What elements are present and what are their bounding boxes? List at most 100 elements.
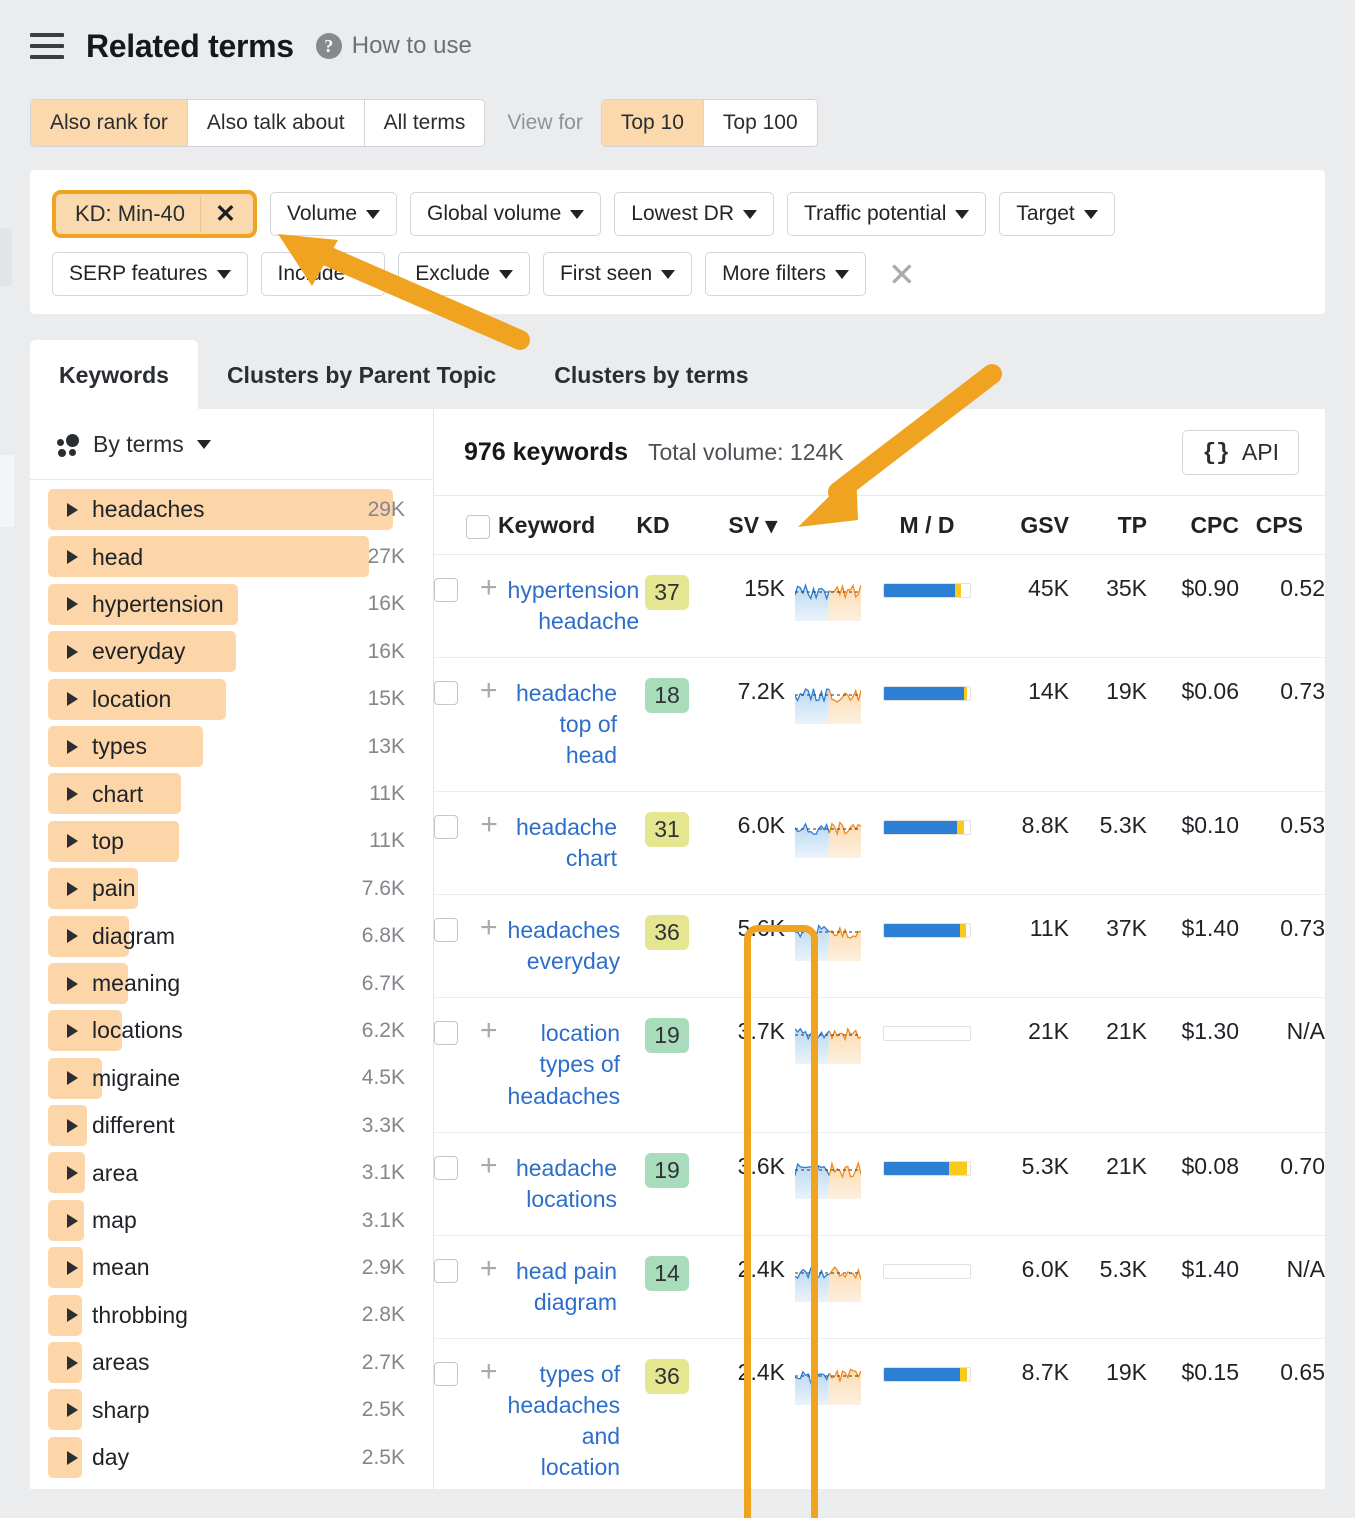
keyword-link[interactable]: headache locations [508, 1153, 617, 1215]
group-by-selector[interactable]: By terms [30, 409, 433, 479]
filter-traffic-potential[interactable]: Traffic potential [787, 192, 986, 236]
table-row[interactable]: +headaches everyday365.6K11K37K$1.400.73 [434, 895, 1325, 998]
filter-first-seen[interactable]: First seen [543, 252, 692, 296]
filter-more-filters[interactable]: More filters [705, 252, 866, 296]
filter-global-volume[interactable]: Global volume [410, 192, 601, 236]
sidebar-term-head[interactable]: head27K [30, 533, 433, 580]
expand-triangle-icon[interactable] [67, 929, 78, 943]
row-checkbox[interactable] [434, 815, 458, 839]
keyword-link[interactable]: head pain diagram [508, 1256, 617, 1318]
tab-top-10[interactable]: Top 10 [602, 100, 704, 146]
keyword-link[interactable]: headaches everyday [508, 915, 621, 977]
filter-include[interactable]: Include [261, 252, 386, 296]
keyword-link[interactable]: hypertension headache [508, 575, 640, 637]
row-checkbox[interactable] [434, 1021, 458, 1045]
expand-triangle-icon[interactable] [67, 740, 78, 754]
expand-triangle-icon[interactable] [67, 1308, 78, 1322]
tab-also-talk-about[interactable]: Also talk about [188, 100, 365, 146]
expand-triangle-icon[interactable] [67, 597, 78, 611]
sidebar-term-areas[interactable]: areas2.7K [30, 1339, 433, 1386]
column-header-keyword[interactable]: Keyword [480, 496, 617, 555]
expand-triangle-icon[interactable] [67, 882, 78, 896]
tab-clusters-by-parent-topic[interactable]: Clusters by Parent Topic [198, 340, 525, 409]
column-header-gsv[interactable]: GSV [983, 496, 1069, 555]
table-row[interactable]: +headache chart316.0K8.8K5.3K$0.100.53 [434, 792, 1325, 895]
column-header-cpc[interactable]: CPC [1147, 496, 1239, 555]
table-row[interactable]: +headache top of head187.2K14K19K$0.060.… [434, 658, 1325, 792]
row-checkbox[interactable] [434, 1259, 458, 1283]
column-header-cps[interactable]: CPS [1239, 496, 1325, 555]
expand-triangle-icon[interactable] [67, 1261, 78, 1275]
keyword-link[interactable]: headache top of head [508, 678, 617, 771]
table-row[interactable]: +location types of headaches193.7K21K21K… [434, 998, 1325, 1132]
filter-serp-features[interactable]: SERP features [52, 252, 248, 296]
clear-filters-x-icon[interactable]: ✕ [888, 258, 916, 291]
sidebar-term-meaning[interactable]: meaning6.7K [30, 960, 433, 1007]
sidebar-term-area[interactable]: area3.1K [30, 1149, 433, 1196]
add-keyword-plus-icon[interactable]: + [480, 915, 498, 941]
tab-top-100[interactable]: Top 100 [704, 100, 817, 146]
tab-also-rank-for[interactable]: Also rank for [31, 100, 188, 146]
sidebar-term-top[interactable]: top11K [30, 818, 433, 865]
expand-triangle-icon[interactable] [67, 1166, 78, 1180]
column-header-md[interactable]: M / D [871, 496, 983, 555]
table-row[interactable]: +migraine location232.4K5.6K19K$0.700.49 [434, 1503, 1325, 1518]
row-checkbox[interactable] [434, 1156, 458, 1180]
column-header-kd[interactable]: KD [617, 496, 689, 555]
how-to-use-link[interactable]: ? How to use [316, 32, 472, 60]
hamburger-icon[interactable] [30, 33, 64, 59]
row-checkbox[interactable] [434, 1362, 458, 1386]
close-x-icon[interactable]: ✕ [200, 196, 253, 233]
expand-triangle-icon[interactable] [67, 1119, 78, 1133]
tab-clusters-by-terms[interactable]: Clusters by terms [525, 340, 777, 409]
keyword-link[interactable]: location types of headaches [508, 1018, 621, 1111]
sidebar-term-migraine[interactable]: migraine4.5K [30, 1055, 433, 1102]
sidebar-term-diagram[interactable]: diagram6.8K [30, 913, 433, 960]
column-header-sv[interactable]: SV ▾ [689, 496, 785, 555]
sidebar-term-chart[interactable]: chart11K [30, 770, 433, 817]
sidebar-term-map[interactable]: map3.1K [30, 1197, 433, 1244]
expand-triangle-icon[interactable] [67, 834, 78, 848]
keyword-link[interactable]: headache chart [508, 812, 617, 874]
expand-triangle-icon[interactable] [67, 550, 78, 564]
expand-triangle-icon[interactable] [67, 692, 78, 706]
filter-lowest-dr[interactable]: Lowest DR [614, 192, 774, 236]
sidebar-term-hypertension[interactable]: hypertension16K [30, 581, 433, 628]
add-keyword-plus-icon[interactable]: + [480, 575, 498, 601]
row-checkbox[interactable] [434, 681, 458, 705]
table-row[interactable]: +head pain diagram142.4K6.0K5.3K$1.40N/A [434, 1235, 1325, 1338]
tab-all-terms[interactable]: All terms [365, 100, 485, 146]
expand-triangle-icon[interactable] [67, 1024, 78, 1038]
sidebar-term-everyday[interactable]: everyday16K [30, 628, 433, 675]
sidebar-term-day[interactable]: day2.5K [30, 1434, 433, 1481]
filter-volume[interactable]: Volume [270, 192, 397, 236]
filter-target[interactable]: Target [999, 192, 1114, 236]
expand-triangle-icon[interactable] [67, 1403, 78, 1417]
expand-triangle-icon[interactable] [67, 1451, 78, 1465]
expand-triangle-icon[interactable] [67, 787, 78, 801]
sidebar-term-types[interactable]: types13K [30, 723, 433, 770]
expand-triangle-icon[interactable] [67, 503, 78, 517]
active-filter-kd-pill[interactable]: KD: Min-40 ✕ [52, 190, 257, 238]
column-header-tp[interactable]: TP [1069, 496, 1147, 555]
tab-keywords[interactable]: Keywords [30, 340, 198, 409]
add-keyword-plus-icon[interactable]: + [480, 1153, 498, 1179]
sidebar-term-mean[interactable]: mean2.9K [30, 1244, 433, 1291]
expand-triangle-icon[interactable] [67, 645, 78, 659]
expand-triangle-icon[interactable] [67, 977, 78, 991]
add-keyword-plus-icon[interactable]: + [480, 1359, 498, 1385]
sidebar-term-sharp[interactable]: sharp2.5K [30, 1386, 433, 1433]
add-keyword-plus-icon[interactable]: + [480, 678, 498, 704]
table-row[interactable]: +types of headaches and location362.4K8.… [434, 1338, 1325, 1503]
sidebar-term-locations[interactable]: locations6.2K [30, 1007, 433, 1054]
expand-triangle-icon[interactable] [67, 1071, 78, 1085]
expand-triangle-icon[interactable] [67, 1356, 78, 1370]
sidebar-term-pain[interactable]: pain7.6K [30, 865, 433, 912]
row-checkbox[interactable] [434, 918, 458, 942]
row-checkbox[interactable] [434, 578, 458, 602]
sidebar-term-location[interactable]: location15K [30, 676, 433, 723]
api-button[interactable]: {} API [1182, 430, 1299, 475]
add-keyword-plus-icon[interactable]: + [480, 1018, 498, 1044]
sidebar-term-different[interactable]: different3.3K [30, 1102, 433, 1149]
filter-exclude[interactable]: Exclude [398, 252, 530, 296]
